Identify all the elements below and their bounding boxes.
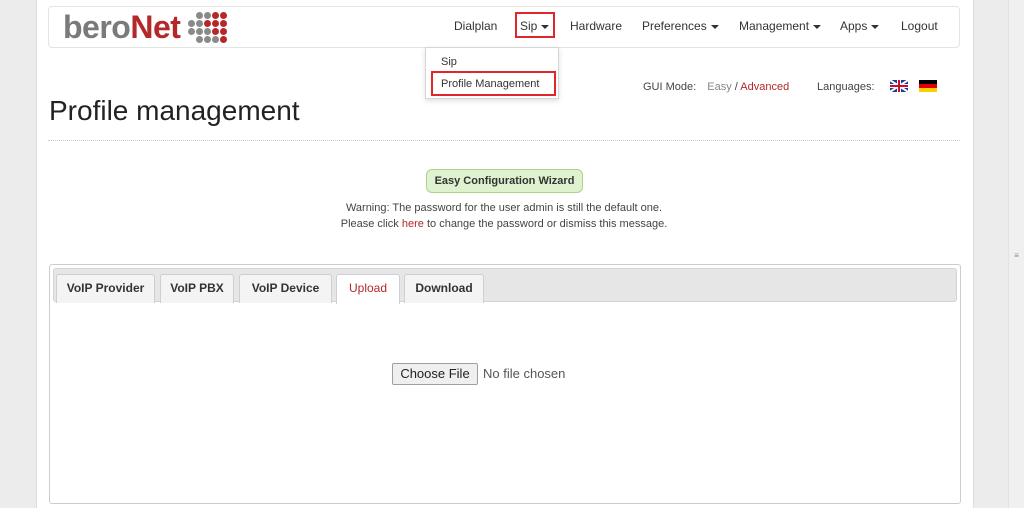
tab-bar: VoIP Provider VoIP PBX VoIP Device Uploa… xyxy=(53,268,957,304)
gui-mode-easy[interactable]: Easy xyxy=(707,81,731,93)
file-status-text: No file chosen xyxy=(483,366,566,381)
page-title: Profile management xyxy=(49,95,300,126)
logo-dots-icon xyxy=(188,11,228,43)
nav-hardware[interactable]: Hardware xyxy=(570,19,622,33)
nav-preferences[interactable]: Preferences xyxy=(642,19,719,33)
nav-preferences-label: Preferences xyxy=(642,19,707,33)
dropdown-item-sip[interactable]: Sip xyxy=(441,56,457,68)
chevron-down-icon xyxy=(871,24,880,29)
profile-panel: VoIP Provider VoIP PBX VoIP Device Uploa… xyxy=(49,264,961,504)
easy-config-wizard-button[interactable]: Easy Configuration Wizard xyxy=(426,169,583,193)
tab-voip-device[interactable]: VoIP Device xyxy=(239,274,332,303)
title-divider xyxy=(48,140,960,141)
tab-upload[interactable]: Upload xyxy=(336,274,400,304)
top-navbar: beroNet Dialplan Sip Hardware Preference… xyxy=(48,6,960,48)
logo-text: beroNet xyxy=(63,8,181,45)
nav-apps[interactable]: Apps xyxy=(840,19,880,33)
vertical-scrollbar[interactable]: ≡ xyxy=(1008,0,1024,508)
tab-download[interactable]: Download xyxy=(404,274,484,303)
gui-mode-advanced[interactable]: Advanced xyxy=(740,81,789,93)
nav-management-label: Management xyxy=(739,19,810,33)
gui-mode: GUI Mode: Easy / Advanced xyxy=(643,81,789,93)
tab-voip-pbx[interactable]: VoIP PBX xyxy=(160,274,234,303)
german-flag-icon[interactable] xyxy=(919,80,937,92)
nav-logout[interactable]: Logout xyxy=(901,19,938,33)
profile-management-highlight-box xyxy=(431,71,556,96)
sip-highlight-box xyxy=(515,12,555,38)
gui-mode-separator: / xyxy=(734,81,738,93)
warning-text-pre: Please click xyxy=(340,218,399,230)
warning-line-1: Warning: The password for the user admin… xyxy=(345,202,663,214)
choose-file-button[interactable]: Choose File xyxy=(392,363,478,385)
gui-mode-label: GUI Mode: xyxy=(643,81,697,93)
nav-dialplan[interactable]: Dialplan xyxy=(454,19,497,33)
tab-voip-provider[interactable]: VoIP Provider xyxy=(56,274,155,303)
sip-dropdown-menu: Sip Profile Management xyxy=(425,47,559,99)
languages-label: Languages: xyxy=(817,81,875,93)
warning-line-2: Please click here to change the password… xyxy=(0,218,1008,230)
beronet-logo[interactable]: beroNet xyxy=(63,8,228,45)
nav-management[interactable]: Management xyxy=(739,19,822,33)
nav-apps-label: Apps xyxy=(840,19,868,33)
warning-text-post: to change the password or dismiss this m… xyxy=(426,218,668,230)
chevron-down-icon xyxy=(710,24,719,29)
change-password-link[interactable]: here xyxy=(402,218,424,230)
scrollbar-grip-icon: ≡ xyxy=(1014,251,1019,260)
chevron-down-icon xyxy=(813,24,822,29)
uk-flag-icon[interactable] xyxy=(890,80,908,92)
